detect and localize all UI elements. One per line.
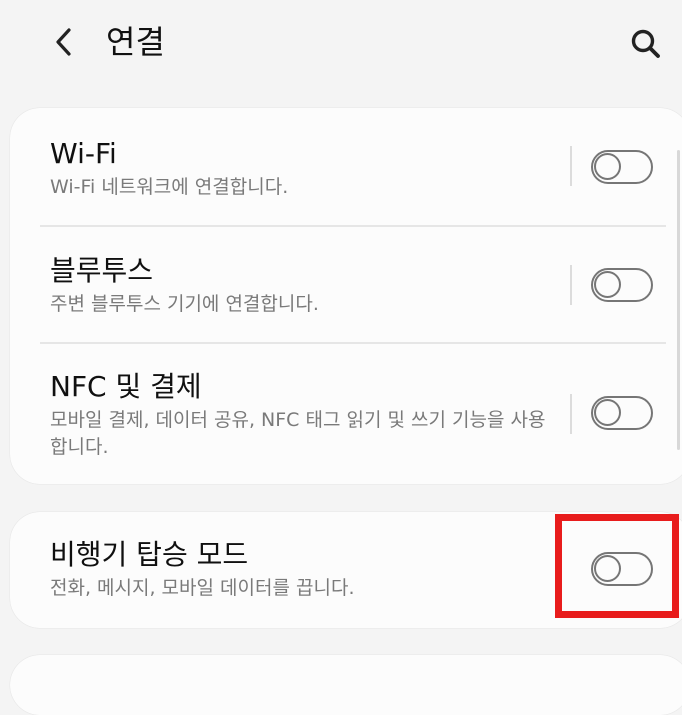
setting-subtitle-nfc: 모바일 결제, 데이터 공유, NFC 태그 읽기 및 쓰기 기능을 사용합니다… [50,409,546,458]
connections-card: Wi-Fi Wi-Fi 네트워크에 연결합니다. 블루투스 주변 블루투스 기기… [10,108,682,484]
row-separator [570,394,572,434]
toggle-knob [594,399,621,426]
setting-title-wifi: Wi-Fi [50,137,117,170]
setting-row-bluetooth[interactable]: 블루투스 주변 블루투스 기기에 연결합니다. [10,227,682,343]
next-settings-card [10,655,682,715]
setting-title-bluetooth: 블루투스 [50,254,154,287]
setting-subtitle-wifi: Wi-Fi 네트워크에 연결합니다. [50,176,289,198]
search-button[interactable] [624,22,668,66]
setting-subtitle-airplane-mode: 전화, 메시지, 모바일 데이터를 끕니다. [50,577,355,599]
setting-title-nfc: NFC 및 결제 [50,370,202,403]
row-separator [570,265,572,305]
highlight-annotation-box [555,514,679,618]
row-separator [570,146,572,186]
bluetooth-toggle[interactable] [591,268,653,302]
page-title: 연결 [106,23,165,61]
setting-row-nfc[interactable]: NFC 및 결제 모바일 결제, 데이터 공유, NFC 태그 읽기 및 쓰기 … [10,344,682,484]
setting-title-airplane-mode: 비행기 탑승 모드 [50,538,249,571]
top-app-bar: 연결 [0,0,682,90]
back-arrow-icon [56,28,71,56]
wifi-toggle[interactable] [591,150,653,184]
toggle-knob [594,271,621,298]
back-button[interactable] [44,22,84,62]
nfc-toggle[interactable] [591,396,653,430]
setting-row-wifi[interactable]: Wi-Fi Wi-Fi 네트워크에 연결합니다. [10,108,682,226]
setting-subtitle-bluetooth: 주변 블루투스 기기에 연결합니다. [50,293,319,315]
scroll-indicator [677,150,680,450]
toggle-knob [594,153,621,180]
search-icon [631,29,660,58]
